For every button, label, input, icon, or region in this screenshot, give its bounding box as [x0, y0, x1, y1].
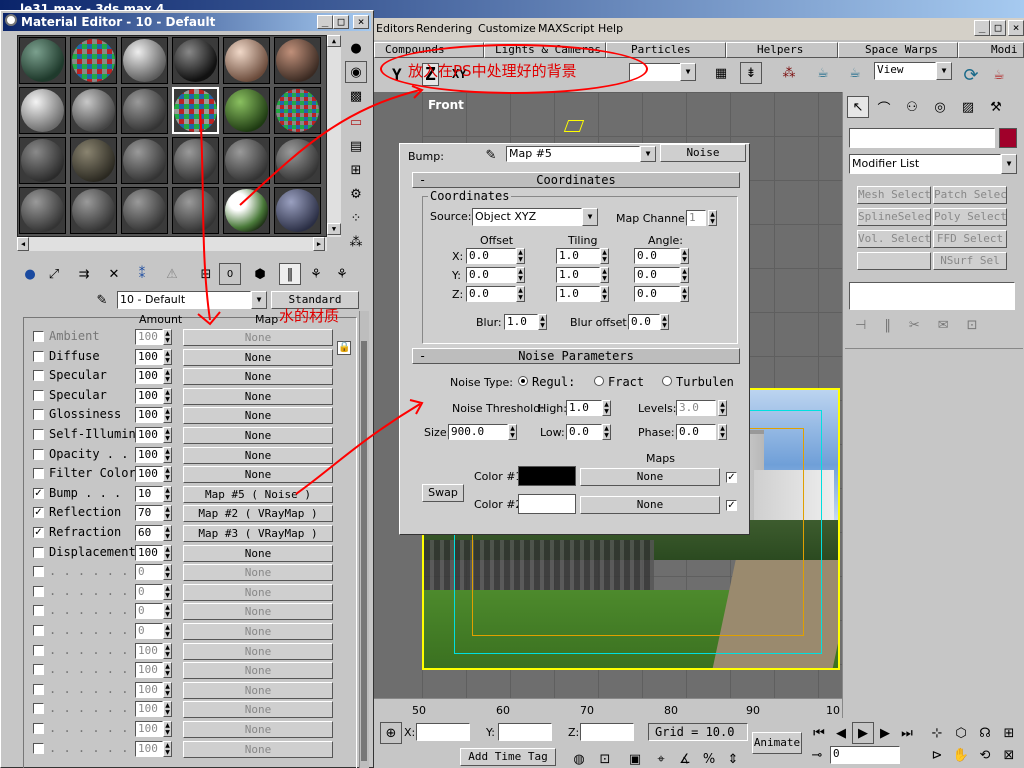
arrow-to-noise: [295, 403, 421, 495]
annotation-arrows: [197, 85, 424, 495]
arrow-to-background: [239, 89, 421, 206]
arrow-to-water: [199, 109, 211, 321]
